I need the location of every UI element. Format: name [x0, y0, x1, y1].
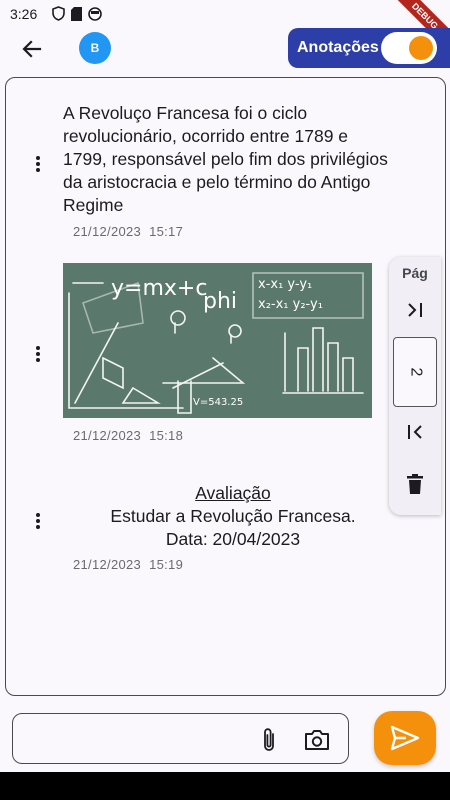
trash-icon	[407, 474, 423, 494]
more-options-button[interactable]	[30, 152, 46, 176]
page-label: Pág	[402, 265, 428, 281]
page-number: 2	[407, 367, 424, 377]
status-time: 3:26	[10, 6, 38, 22]
shield-icon	[52, 6, 65, 21]
note-time: 15:19	[149, 557, 184, 572]
note-date: 21/12/2023	[73, 557, 142, 572]
notes-panel: A Revoluço Francesa foi o ciclo revoluci…	[5, 77, 446, 696]
attach-button[interactable]	[257, 726, 281, 754]
note-timestamp: 21/12/2023 15:18	[73, 428, 183, 443]
svg-text:x₂-x₁ y₂-y₁: x₂-x₁ y₂-y₁	[258, 297, 323, 312]
svg-text:x-x₁ y-y₁: x-x₁ y-y₁	[258, 277, 312, 292]
note-date: 21/12/2023	[73, 224, 142, 239]
avatar[interactable]: B	[79, 32, 111, 64]
more-vert-icon	[36, 156, 40, 172]
chalkboard-drawing: y=mx+c phi x-x₁ y-y₁ x₂-x₁ y₂-y₁ V=543.2…	[63, 263, 372, 418]
first-page-icon	[408, 425, 422, 439]
paperclip-icon	[264, 728, 274, 751]
page-number-input[interactable]: 2	[393, 337, 437, 407]
svg-text:V=543.25: V=543.25	[193, 397, 243, 408]
switch-thumb	[409, 36, 433, 60]
page-navigator: Pág 2	[389, 257, 441, 515]
message-composer	[12, 713, 349, 764]
note-date: 21/12/2023	[73, 428, 142, 443]
svg-text:y=mx+c: y=mx+c	[111, 276, 207, 301]
app-bar: B Anotações	[0, 28, 450, 70]
camera-icon	[305, 730, 329, 750]
annotations-toggle[interactable]: Anotações	[288, 28, 450, 68]
more-vert-icon	[36, 346, 40, 362]
more-options-button[interactable]	[30, 509, 46, 533]
evaluation-line1: Estudar a Revolução Francesa.	[110, 506, 356, 526]
send-button[interactable]	[374, 711, 436, 765]
back-button[interactable]	[18, 34, 46, 64]
face-icon	[88, 6, 102, 21]
note-timestamp: 21/12/2023 15:19	[73, 557, 183, 572]
status-icons	[52, 6, 102, 21]
sd-card-icon	[71, 6, 82, 21]
note-time: 15:18	[149, 428, 184, 443]
chalkboard-image[interactable]: y=mx+c phi x-x₁ y-y₁ x₂-x₁ y₂-y₁ V=543.2…	[63, 263, 372, 418]
message-input[interactable]	[23, 724, 253, 754]
last-page-button[interactable]	[402, 297, 428, 323]
svg-text:phi: phi	[203, 289, 237, 314]
annotations-switch[interactable]	[381, 32, 437, 64]
system-nav-bar	[0, 772, 450, 800]
note-time: 15:17	[149, 224, 184, 239]
send-icon	[390, 725, 420, 751]
evaluation-line2: Data: 20/04/2023	[165, 529, 301, 549]
note-timestamp: 21/12/2023 15:17	[73, 224, 183, 239]
note-text: A Revoluço Francesa foi o ciclo revoluci…	[63, 103, 388, 215]
camera-button[interactable]	[303, 726, 331, 754]
more-vert-icon	[36, 513, 40, 529]
delete-button[interactable]	[402, 471, 428, 497]
evaluation-title: Avaliação	[195, 483, 271, 503]
more-options-button[interactable]	[30, 342, 46, 366]
evaluation-note: Avaliação Estudar a Revolução Francesa. …	[63, 482, 403, 551]
annotations-label: Anotações	[297, 39, 379, 56]
last-page-icon	[408, 303, 422, 317]
arrow-back-icon	[22, 40, 42, 58]
first-page-button[interactable]	[402, 419, 428, 445]
status-bar: 3:26 DEBUG	[0, 0, 450, 61]
